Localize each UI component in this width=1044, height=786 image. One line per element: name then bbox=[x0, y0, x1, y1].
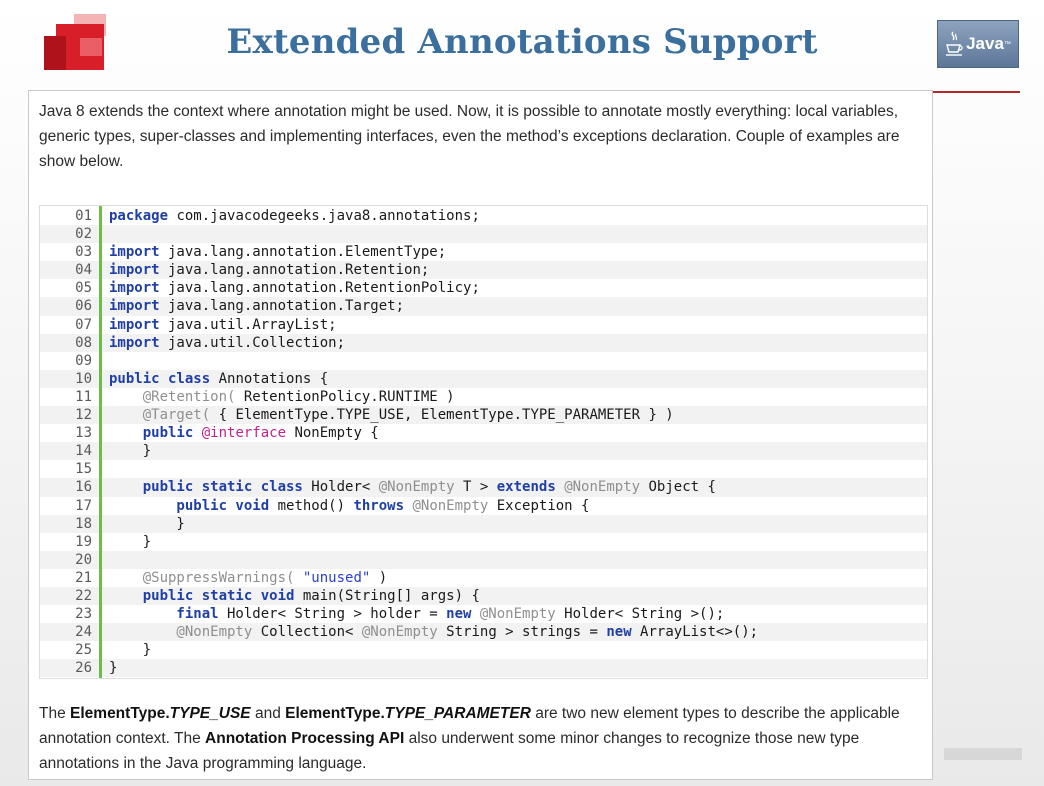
java-logo: Java ™ bbox=[937, 20, 1019, 68]
line-number: 04 bbox=[40, 261, 99, 280]
code-line: } bbox=[102, 659, 927, 678]
code-line: public static void main(String[] args) { bbox=[102, 586, 927, 606]
code-line: public static class Holder< @NonEmpty T … bbox=[102, 478, 927, 497]
code-line: } bbox=[102, 442, 927, 461]
code-line: } bbox=[109, 642, 152, 659]
header-rule bbox=[924, 91, 1020, 93]
line-number: 17 bbox=[75, 497, 92, 514]
line-number: 21 bbox=[75, 569, 92, 586]
line-number: 22 bbox=[40, 586, 99, 606]
code-line: import java.util.ArrayList; bbox=[109, 316, 337, 333]
page-title: Extended Annotations Support bbox=[226, 22, 818, 62]
line-number: 03 bbox=[75, 244, 92, 261]
line-number: 05 bbox=[75, 280, 92, 297]
code-line: @Retention( RetentionPolicy.RUNTIME ) bbox=[109, 388, 455, 405]
line-number: 15 bbox=[75, 461, 92, 478]
line-number: 01 bbox=[75, 208, 92, 224]
code-line: } bbox=[109, 533, 152, 550]
line-number: 18 bbox=[40, 514, 99, 533]
intro-paragraph: Java 8 extends the context where annotat… bbox=[39, 103, 900, 170]
coffee-cup-icon bbox=[946, 31, 963, 56]
code-line: @NonEmpty Collection< @NonEmpty String >… bbox=[102, 623, 927, 642]
code-lines: package com.javacodegeeks.java8.annotati… bbox=[102, 206, 927, 678]
line-number: 24 bbox=[40, 623, 99, 642]
line-number: 07 bbox=[75, 316, 92, 333]
line-numbers: 01 02 03 04 05 06 07 08 09 10 11 12 13 14 15 16 17 18 19 20… bbox=[40, 206, 102, 678]
code-line: import java.lang.annotation.Retention; bbox=[102, 261, 927, 280]
line-number: 11 bbox=[75, 388, 92, 405]
line-number: 25 bbox=[75, 642, 92, 659]
line-number: 10 bbox=[40, 369, 99, 388]
line-number: 13 bbox=[75, 425, 92, 442]
line-number: 06 bbox=[40, 297, 99, 316]
content-panel: Java 8 extends the context where annotat… bbox=[28, 90, 933, 780]
line-number: 20 bbox=[40, 550, 99, 569]
line-number: 09 bbox=[75, 352, 92, 369]
code-line: @Target( { ElementType.TYPE_USE, Element… bbox=[102, 406, 927, 425]
line-number: 23 bbox=[75, 606, 92, 623]
company-logo bbox=[44, 14, 108, 72]
line-number: 16 bbox=[40, 478, 99, 497]
code-line: } bbox=[102, 514, 927, 533]
line-number: 26 bbox=[40, 659, 99, 678]
code-block: 01 02 03 04 05 06 07 08 09 10 11 12 13 14 15 16 17 18 19 20… bbox=[39, 205, 928, 679]
code-line: public class Annotations { bbox=[102, 369, 927, 388]
code-line: public void method() throws @NonEmpty Ex… bbox=[109, 497, 590, 514]
code-line: import java.lang.annotation.RetentionPol… bbox=[109, 280, 480, 297]
line-number: 19 bbox=[75, 533, 92, 550]
line-number: 12 bbox=[40, 406, 99, 425]
blurred-watermark bbox=[944, 748, 1022, 760]
line-number: 08 bbox=[40, 333, 99, 352]
code-line bbox=[102, 550, 927, 569]
line-number: 14 bbox=[40, 442, 99, 461]
line-number: 02 bbox=[40, 225, 99, 244]
code-line: @SuppressWarnings( "unused" ) bbox=[109, 569, 388, 586]
code-line: package com.javacodegeeks.java8.annotati… bbox=[109, 208, 480, 224]
code-line: import java.lang.annotation.Target; bbox=[102, 297, 927, 316]
code-line bbox=[102, 225, 927, 244]
code-line: import java.util.Collection; bbox=[102, 333, 927, 352]
outro-paragraph: The ElementType.TYPE_USE and ElementType… bbox=[39, 705, 900, 772]
code-line: import java.lang.annotation.ElementType; bbox=[109, 244, 447, 261]
code-line: public @interface NonEmpty { bbox=[109, 425, 379, 442]
java-logo-text: Java bbox=[966, 34, 1004, 53]
code-line: final Holder< String > holder = new @Non… bbox=[109, 606, 725, 623]
